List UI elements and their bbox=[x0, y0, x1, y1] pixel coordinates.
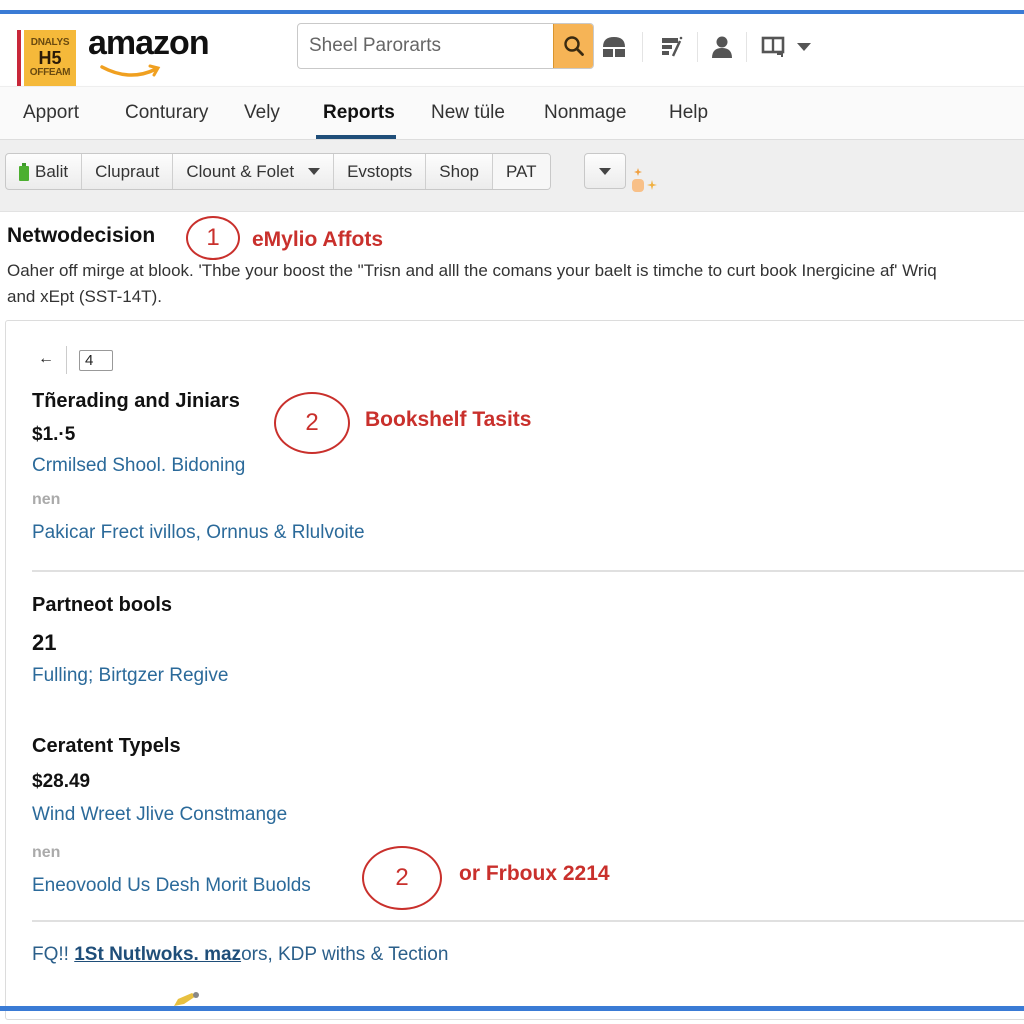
pat-button[interactable]: PAT bbox=[492, 154, 550, 189]
item-count: 21 bbox=[32, 630, 57, 655]
shop-label: Shop bbox=[439, 161, 479, 181]
header-separator bbox=[746, 32, 747, 62]
divider bbox=[32, 570, 1024, 572]
pencil-icon bbox=[174, 992, 199, 1006]
nav-item-conturary[interactable]: Conturary bbox=[125, 102, 208, 124]
search-button[interactable] bbox=[553, 24, 593, 68]
search-box bbox=[297, 23, 594, 69]
nav-item-vely[interactable]: Vely bbox=[244, 102, 280, 124]
item-link-secondary[interactable]: Pakicar Frect ivillos, Ornnus & Rlulvoit… bbox=[32, 522, 365, 544]
amazon-smile-icon bbox=[100, 64, 161, 77]
battery-icon bbox=[19, 162, 29, 181]
item-link[interactable]: Wind Wreet Jlive Constmange bbox=[32, 804, 287, 826]
sparkle-icon bbox=[632, 168, 657, 192]
user-icon[interactable] bbox=[708, 33, 736, 61]
caret-down-icon bbox=[599, 167, 611, 175]
item-muted-text: nen bbox=[32, 844, 61, 861]
arrow-left-icon[interactable]: ← bbox=[38, 350, 54, 368]
item-link[interactable]: Crmilsed Shool. Bidoning bbox=[32, 455, 245, 477]
item-link-secondary[interactable]: Eneovoold Us Desh Morit Buolds bbox=[32, 875, 311, 897]
annotation-number: 1 bbox=[206, 224, 220, 251]
nav-item-nonmage[interactable]: Nonmage bbox=[544, 102, 626, 124]
header-separator bbox=[642, 32, 643, 62]
annotation-number: 2 bbox=[305, 409, 319, 436]
caret-down-icon bbox=[308, 168, 321, 175]
nav-item-reports[interactable]: Reports bbox=[323, 102, 395, 124]
edit-icon[interactable] bbox=[658, 33, 686, 61]
item-title: Ceratent Typels bbox=[32, 735, 181, 757]
intro-description: Oaher off mirge at blook. 'Thbe your boo… bbox=[7, 258, 1024, 310]
logo-badge-line2: H5 bbox=[38, 48, 62, 68]
logo-badge[interactable]: DNALYS H5 OFFEAM bbox=[24, 30, 76, 86]
item-title: Tñerading and Jiniars bbox=[32, 390, 240, 412]
annotation-label: eMylio Affots bbox=[252, 228, 384, 251]
shop-button[interactable]: Shop bbox=[426, 154, 493, 189]
evstopts-label: Evstopts bbox=[347, 161, 413, 181]
balit-label: Balit bbox=[35, 161, 69, 181]
header: DNALYS H5 OFFEAM amazon bbox=[0, 14, 1024, 86]
bottom-accent-rule bbox=[0, 1006, 1024, 1011]
footer-prefix: FQ!! bbox=[32, 944, 75, 965]
item-link[interactable]: Fulling; Birtgzer Regive bbox=[32, 665, 228, 687]
annotation-number: 2 bbox=[395, 864, 409, 891]
active-tab-indicator bbox=[316, 135, 396, 139]
intro-line-1: Oaher off mirge at blook. 'Thbe your boo… bbox=[7, 261, 937, 280]
search-icon bbox=[563, 36, 584, 56]
nav-item-help[interactable]: Help bbox=[669, 102, 708, 124]
store-icon[interactable] bbox=[600, 33, 628, 61]
page-number-input[interactable]: 4 bbox=[79, 350, 113, 371]
annotation-marker-1: 1 bbox=[186, 216, 240, 260]
chevron-down-icon[interactable] bbox=[790, 33, 818, 61]
toolbar-button-group: Balit Clupraut Clount & Folet Evstopts S… bbox=[5, 153, 551, 190]
item-price: $28.49 bbox=[32, 771, 91, 792]
clount-folet-dropdown[interactable]: Clount & Folet bbox=[173, 154, 335, 189]
logo-accent-bar bbox=[17, 30, 21, 86]
intro-line-2: and xEpt (SST-14T). bbox=[7, 287, 162, 306]
amazon-logo[interactable]: amazon bbox=[88, 24, 210, 63]
search-input[interactable] bbox=[298, 24, 555, 68]
nav-item-apport[interactable]: Apport bbox=[23, 102, 79, 124]
footer-links: FQ!! 1St Nutlwoks. mazors, KDP withs & T… bbox=[32, 944, 448, 966]
pat-label: PAT bbox=[505, 161, 537, 181]
clount-folet-label: Clount & Folet bbox=[186, 161, 295, 181]
pager-separator bbox=[66, 346, 67, 374]
logo-badge-line1: DNALYS bbox=[30, 37, 70, 48]
evstopts-button[interactable]: Evstopts bbox=[334, 154, 427, 189]
display-icon[interactable] bbox=[760, 33, 788, 61]
nav-item-new-tule[interactable]: New tüle bbox=[431, 102, 505, 124]
balit-button[interactable]: Balit bbox=[6, 154, 83, 189]
footer-suffix: ors, KDP withs & Tection bbox=[241, 944, 449, 965]
section-title: Netwodecision bbox=[7, 224, 156, 247]
footer-strong-link[interactable]: 1St Nutlwoks. maz bbox=[74, 944, 241, 965]
annotation-label: or Frboux 2214 bbox=[459, 862, 610, 885]
item-title: Partneot bools bbox=[32, 594, 173, 616]
clupraut-button[interactable]: Clupraut bbox=[82, 154, 174, 189]
annotation-marker-3: 2 bbox=[362, 846, 442, 910]
logo-badge-line3: OFFEAM bbox=[29, 67, 71, 78]
annotation-label: Bookshelf Tasits bbox=[365, 408, 532, 431]
main-nav: Apport Conturary Vely Reports New tüle N… bbox=[0, 86, 1024, 140]
item-muted-text: nen bbox=[32, 491, 61, 508]
header-separator bbox=[697, 32, 698, 62]
item-price: $1.·5 bbox=[32, 424, 76, 445]
divider bbox=[32, 920, 1024, 922]
annotation-marker-2: 2 bbox=[274, 392, 350, 454]
more-options-button[interactable] bbox=[584, 153, 626, 189]
clupraut-label: Clupraut bbox=[95, 161, 160, 181]
